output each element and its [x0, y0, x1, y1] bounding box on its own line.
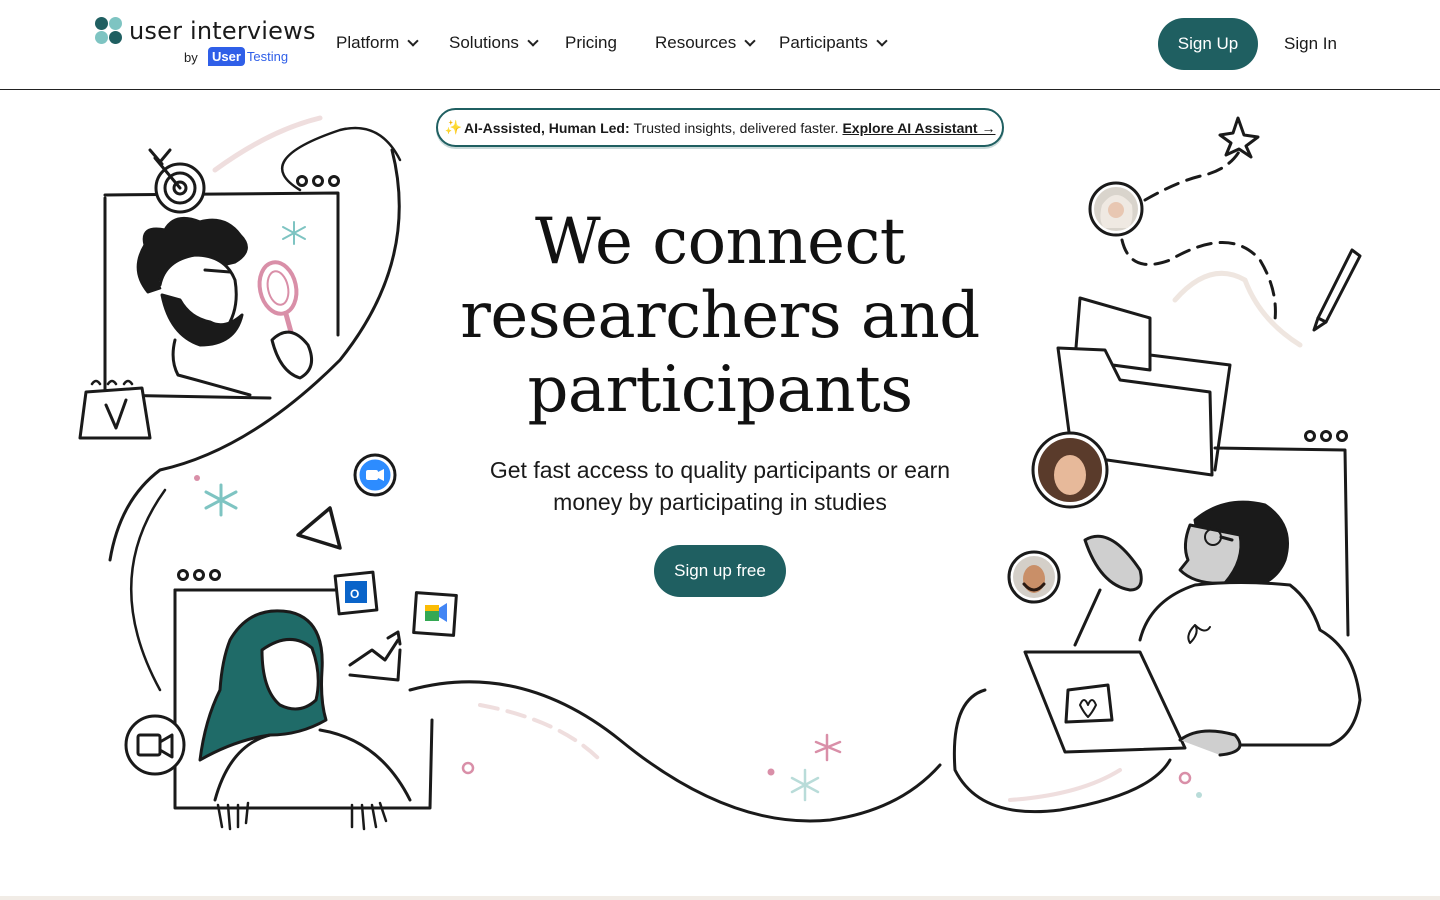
logo-mark-icon [95, 17, 123, 45]
researcher-window-illustration [103, 148, 340, 400]
logo-wordmark: user interviews [129, 17, 316, 45]
sign-up-button[interactable]: Sign Up [1158, 18, 1258, 70]
nav-item-label: Solutions [449, 33, 519, 52]
nav-item-pricing[interactable]: Pricing [565, 33, 617, 53]
section-divider [0, 896, 1440, 900]
sign-in-link[interactable]: Sign In [1284, 34, 1337, 54]
chevron-down-icon [876, 34, 888, 47]
hero-headline: We connect researchers and participants [460, 205, 980, 427]
nav-item-label: Platform [336, 33, 400, 52]
sign-up-free-button[interactable]: Sign up free [654, 545, 786, 597]
avatar-older-woman [1088, 181, 1144, 237]
user-interviews-logo[interactable]: user interviews by User Testing [95, 17, 315, 73]
avatar-man-beard [1007, 550, 1061, 604]
avatar-woman-dark-hair [1031, 431, 1109, 509]
nav-item-label: Pricing [565, 33, 617, 52]
ai-assistant-banner[interactable]: ✨ AI-Assisted, Human Led: Trusted insigh… [436, 108, 1004, 147]
banner-text: Trusted insights, delivered faster. [633, 119, 839, 136]
zoom-icon [353, 453, 397, 497]
sparkle-icon: ✨ [444, 119, 462, 135]
chevron-down-icon [407, 34, 419, 47]
svg-text:O: O [350, 587, 359, 601]
logo-by-text: by [184, 50, 198, 65]
explore-ai-assistant-link[interactable]: Explore AI Assistant → [842, 120, 995, 136]
folder-icon [1056, 296, 1232, 477]
participant-window-illustration: O [124, 569, 458, 831]
chevron-down-icon [527, 34, 539, 47]
hero-subheadline: Get fast access to quality participants … [489, 457, 951, 515]
usertesting-user-text: User [208, 47, 245, 66]
usertesting-testing-text: Testing [246, 49, 289, 64]
usertesting-logo: User Testing [208, 47, 288, 66]
nav-item-label: Participants [779, 33, 868, 52]
nav-item-platform[interactable]: Platform [336, 33, 419, 53]
banner-bold-text: AI-Assisted, Human Led: [463, 119, 630, 136]
nav-item-solutions[interactable]: Solutions [449, 33, 539, 53]
top-navigation: user interviews by User Testing Platform… [0, 0, 1440, 90]
nav-item-resources[interactable]: Resources [655, 33, 756, 53]
chevron-down-icon [744, 34, 756, 47]
nav-item-participants[interactable]: Participants [779, 33, 888, 53]
participant-laptop-illustration [1023, 500, 1362, 757]
calendar-icon [78, 379, 152, 440]
nav-item-label: Resources [655, 33, 737, 52]
